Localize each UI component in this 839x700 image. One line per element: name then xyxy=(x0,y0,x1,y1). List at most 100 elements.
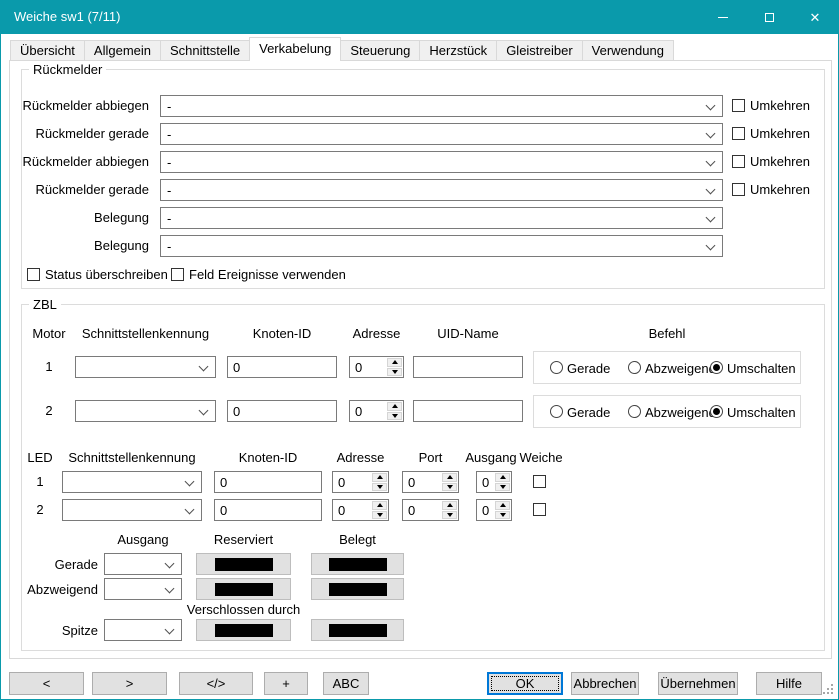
help-button[interactable]: Hilfe xyxy=(756,672,822,695)
resize-grip-icon[interactable] xyxy=(823,692,825,694)
motor-2-abzweigend-radio[interactable] xyxy=(628,405,641,418)
spinner-down-icon[interactable] xyxy=(372,511,387,520)
led-1-schnittstelle-select[interactable] xyxy=(62,471,202,493)
led-1-ausgang-spinner[interactable]: 0 xyxy=(476,471,512,493)
next-button[interactable]: > xyxy=(92,672,167,695)
led-1-port-spinner[interactable]: 0 xyxy=(402,471,459,493)
umkehren-2-checkbox[interactable] xyxy=(732,127,745,140)
apply-button[interactable]: Übernehmen xyxy=(658,672,738,695)
rueckmelder-gerade-2-select[interactable]: - xyxy=(160,179,723,201)
spinner-value: 0 xyxy=(482,475,489,490)
led-1-knoten-input[interactable] xyxy=(214,471,322,493)
spinner-down-icon[interactable] xyxy=(442,483,457,492)
spinner-down-icon[interactable] xyxy=(495,483,510,492)
verschlossen-durch-label: Verschlossen durch xyxy=(186,602,301,617)
motor-2-uid-input[interactable] xyxy=(413,400,523,422)
rueckmelder-abbiegen-1-select[interactable]: - xyxy=(160,95,723,117)
led-2-ausgang-spinner[interactable]: 0 xyxy=(476,499,512,521)
status-reserviert-header: Reserviert xyxy=(196,532,291,547)
prev-button[interactable]: < xyxy=(9,672,84,695)
ok-button[interactable]: OK xyxy=(487,672,563,695)
led-2-schnittstelle-select[interactable] xyxy=(62,499,202,521)
spinner-down-icon[interactable] xyxy=(387,412,402,421)
tab-uebersicht[interactable]: Übersicht xyxy=(10,40,85,61)
rueckmelder-abbiegen-2-select[interactable]: - xyxy=(160,151,723,173)
abc-button[interactable]: ABC xyxy=(323,672,369,695)
spinner-down-icon[interactable] xyxy=(442,511,457,520)
motor-2-schnittstelle-select[interactable] xyxy=(75,400,216,422)
spinner-down-icon[interactable] xyxy=(495,511,510,520)
led-2-knoten-input[interactable] xyxy=(214,499,322,521)
rueckmelder-gerade-1-select[interactable]: - xyxy=(160,123,723,145)
cancel-button[interactable]: Abbrechen xyxy=(571,672,639,695)
spinner-up-icon[interactable] xyxy=(387,358,402,367)
abzweigend-belegt-indicator xyxy=(311,578,404,600)
motor-1-gerade-radio[interactable] xyxy=(550,361,563,374)
belegung-2-select[interactable]: - xyxy=(160,235,723,257)
spinner-up-icon[interactable] xyxy=(387,402,402,411)
motor-1-schnittstelle-select[interactable] xyxy=(75,356,216,378)
tab-verwendung[interactable]: Verwendung xyxy=(582,40,674,61)
tab-verkabelung[interactable]: Verkabelung xyxy=(249,37,341,61)
tab-strip: Übersicht Allgemein Schnittstelle Verkab… xyxy=(10,37,673,61)
add-button[interactable]: + xyxy=(264,672,308,695)
spinner-down-icon[interactable] xyxy=(387,368,402,377)
motor-2-adresse-spinner[interactable]: 0 xyxy=(349,400,404,422)
led-2-port-spinner[interactable]: 0 xyxy=(402,499,459,521)
motor-2-gerade-label: Gerade xyxy=(567,405,610,420)
status-ueberschreiben-checkbox[interactable] xyxy=(27,268,40,281)
led-2-weiche-checkbox[interactable] xyxy=(533,503,546,516)
umkehren-1-label: Umkehren xyxy=(750,98,810,113)
spinner-up-icon[interactable] xyxy=(495,501,510,510)
umkehren-3-checkbox[interactable] xyxy=(732,155,745,168)
status-color-swatch xyxy=(329,583,387,596)
tab-gleistreiber[interactable]: Gleistreiber xyxy=(496,40,582,61)
tab-allgemein[interactable]: Allgemein xyxy=(84,40,161,61)
tab-steuerung[interactable]: Steuerung xyxy=(340,40,420,61)
motor-1-abzweigend-radio[interactable] xyxy=(628,361,641,374)
spinner-down-icon[interactable] xyxy=(372,483,387,492)
led-header: LED xyxy=(25,450,55,465)
close-button[interactable]: ✕ xyxy=(792,1,838,34)
spinner-up-icon[interactable] xyxy=(495,473,510,482)
motor-1-gerade-label: Gerade xyxy=(567,361,610,376)
belegung-1-select[interactable]: - xyxy=(160,207,723,229)
motor-2-umschalten-label: Umschalten xyxy=(727,405,796,420)
led-1-adresse-spinner[interactable]: 0 xyxy=(332,471,389,493)
spinner-up-icon[interactable] xyxy=(442,501,457,510)
gerade-reserviert-indicator xyxy=(196,553,291,575)
chevron-down-icon xyxy=(706,213,716,223)
maximize-button[interactable] xyxy=(746,1,792,34)
led-2-adresse-spinner[interactable]: 0 xyxy=(332,499,389,521)
tab-herzstueck[interactable]: Herzstück xyxy=(419,40,497,61)
maximize-icon xyxy=(765,13,774,22)
code-button[interactable]: </> xyxy=(179,672,253,695)
motor-2-umschalten-radio[interactable] xyxy=(710,405,723,418)
rueckmelder-abbiegen-2-label: Rückmelder abbiegen xyxy=(21,154,149,169)
umkehren-1-checkbox[interactable] xyxy=(732,99,745,112)
spinner-up-icon[interactable] xyxy=(372,473,387,482)
motor-1-uid-input[interactable] xyxy=(413,356,523,378)
motor-2-gerade-radio[interactable] xyxy=(550,405,563,418)
status-gerade-label: Gerade xyxy=(21,557,98,572)
minimize-button[interactable] xyxy=(700,1,746,34)
abzweigend-ausgang-select[interactable] xyxy=(104,578,182,600)
led-knoten-header: Knoten-ID xyxy=(214,450,322,465)
spinner-up-icon[interactable] xyxy=(372,501,387,510)
tab-schnittstelle[interactable]: Schnittstelle xyxy=(160,40,250,61)
motor-1-adresse-spinner[interactable]: 0 xyxy=(349,356,404,378)
spinner-up-icon[interactable] xyxy=(442,473,457,482)
motor-1-knoten-input[interactable] xyxy=(227,356,337,378)
umkehren-4-checkbox[interactable] xyxy=(732,183,745,196)
spinner-value: 0 xyxy=(408,475,415,490)
motor-1-umschalten-radio[interactable] xyxy=(710,361,723,374)
status-belegt-header: Belegt xyxy=(311,532,404,547)
motor-knoten-header: Knoten-ID xyxy=(227,326,337,341)
feld-ereignisse-checkbox[interactable] xyxy=(171,268,184,281)
motor-2-knoten-input[interactable] xyxy=(227,400,337,422)
gerade-ausgang-select[interactable] xyxy=(104,553,182,575)
led-1-weiche-checkbox[interactable] xyxy=(533,475,546,488)
combo-value: - xyxy=(167,99,171,114)
led-adresse-header: Adresse xyxy=(332,450,389,465)
spitze-ausgang-select[interactable] xyxy=(104,619,182,641)
